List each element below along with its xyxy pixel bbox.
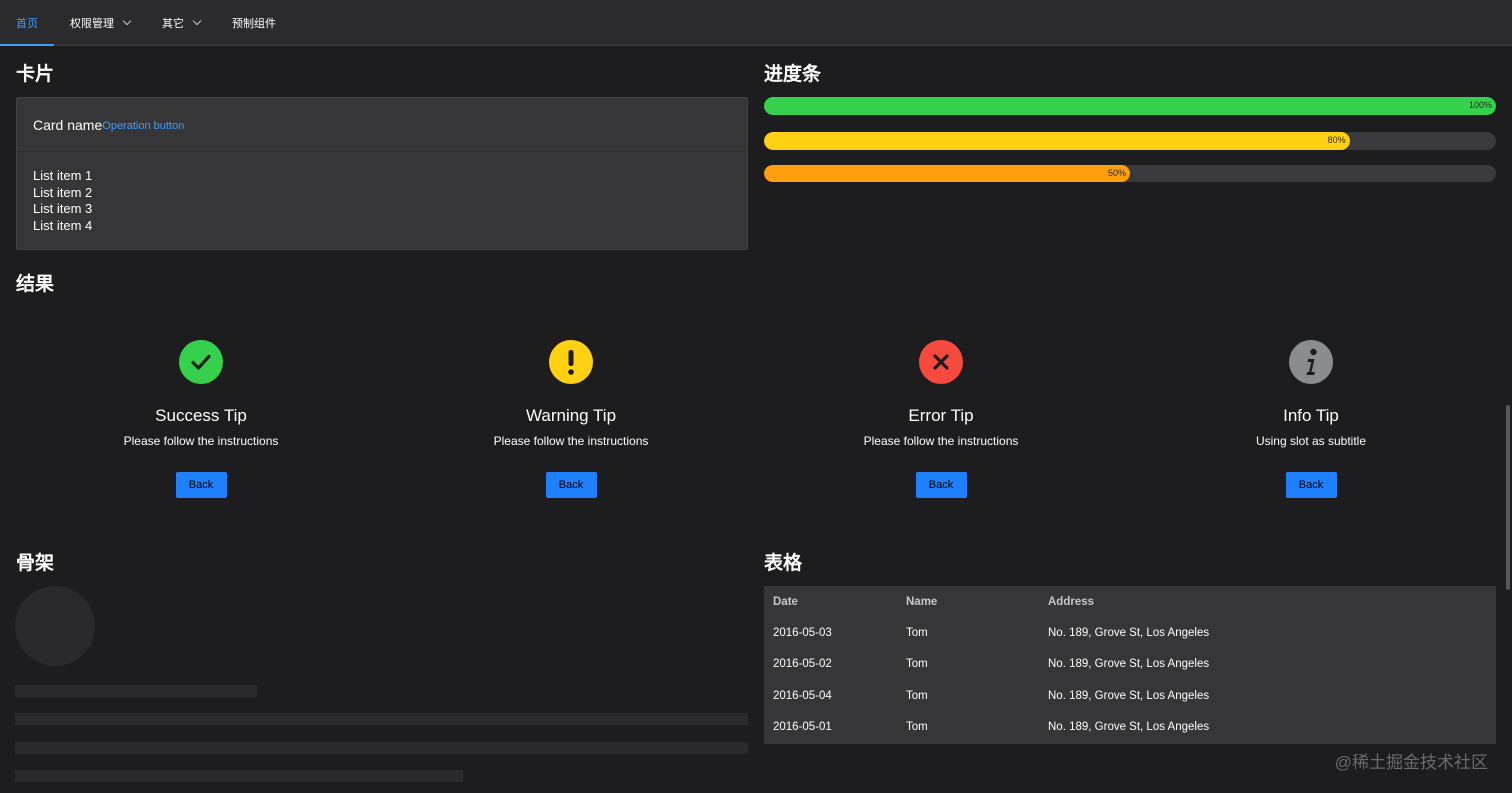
progress-bar: 80% — [764, 132, 1496, 150]
progress-text: 100% — [1468, 100, 1492, 110]
table-cell: No. 189, Grove St, Los Angeles — [1048, 626, 1210, 639]
result-title: Warning Tip — [525, 406, 617, 425]
nav-item-label: 权限管理 — [70, 17, 114, 30]
table-row: 2016-05-01 Tom No. 189, Grove St, Los An… — [764, 712, 1496, 744]
close-icon — [919, 340, 963, 384]
nav-item-home[interactable]: 首页 — [0, 0, 54, 46]
column-header-address: Address — [1048, 595, 1095, 608]
section-title-skeleton: 骨架 — [16, 553, 55, 574]
table-cell: No. 189, Grove St, Los Angeles — [1048, 721, 1210, 734]
progress-fill: 100% — [764, 97, 1496, 115]
scrollbar[interactable] — [1506, 405, 1510, 590]
section-title-progress: 进度条 — [764, 64, 822, 85]
table-cell: Tom — [906, 626, 928, 639]
column-header-date: Date — [773, 595, 798, 608]
operation-button[interactable]: Operation button — [102, 120, 184, 132]
table-header: Date Name Address — [764, 586, 1496, 617]
section-title-table: 表格 — [764, 553, 803, 574]
result-title: Success Tip — [155, 406, 247, 425]
skeleton-line — [15, 713, 748, 725]
table-cell: No. 189, Grove St, Los Angeles — [1048, 689, 1210, 702]
result-info: Info Tip Using slot as subtitle Back — [1126, 340, 1496, 498]
result-subtitle: Please follow the instructions — [493, 434, 649, 448]
table-cell: Tom — [906, 658, 928, 671]
table-cell: 2016-05-02 — [773, 658, 832, 671]
skeleton-avatar — [15, 586, 95, 666]
top-nav: 首页 权限管理 其它 预制组件 — [0, 0, 1512, 46]
back-button[interactable]: Back — [1285, 472, 1337, 498]
back-button[interactable]: Back — [175, 472, 227, 498]
section-title-card: 卡片 — [16, 64, 55, 85]
result-subtitle: Please follow the instructions — [863, 434, 1019, 448]
list-item: List item 1 — [33, 168, 93, 183]
result-title: Error Tip — [908, 406, 974, 425]
exclamation-icon — [549, 340, 593, 384]
nav-item-permissions[interactable]: 权限管理 — [54, 0, 146, 45]
progress-text: 80% — [1327, 135, 1346, 145]
table-row: 2016-05-02 Tom No. 189, Grove St, Los An… — [764, 649, 1496, 681]
progress-fill: 50% — [764, 165, 1130, 182]
skeleton-line — [15, 770, 463, 782]
result-subtitle: Please follow the instructions — [123, 434, 279, 448]
result-subtitle: Using slot as subtitle — [1255, 434, 1367, 448]
card-header: Card name Operation button — [17, 98, 747, 152]
skeleton-line — [15, 685, 257, 697]
table-cell: 2016-05-03 — [773, 626, 832, 639]
watermark: @稀土掘金技术社区 — [1334, 753, 1488, 772]
chevron-down-icon — [122, 16, 132, 25]
result-warning: Warning Tip Please follow the instructio… — [386, 340, 756, 498]
table-cell: 2016-05-04 — [773, 689, 832, 702]
progress-bar: 50% — [764, 165, 1496, 182]
result-error: Error Tip Please follow the instructions… — [756, 340, 1126, 498]
skeleton-line — [15, 742, 748, 754]
nav-item-label: 其它 — [162, 17, 184, 30]
card-name: Card name — [33, 116, 103, 133]
chevron-down-icon — [192, 16, 202, 25]
result-title: Info Tip — [1283, 406, 1339, 425]
progress-text: 50% — [1107, 168, 1126, 178]
table-cell: 2016-05-01 — [773, 721, 832, 734]
info-icon — [1289, 340, 1333, 384]
nav-item-label: 首页 — [16, 17, 38, 30]
progress-bar: 100% — [764, 97, 1496, 115]
list-item: List item 2 — [33, 184, 93, 200]
result-success: Success Tip Please follow the instructio… — [16, 340, 386, 498]
table-cell: No. 189, Grove St, Los Angeles — [1048, 658, 1210, 671]
card-body: List item 1 List item 2 List item 3 List… — [17, 152, 747, 250]
table-cell: Tom — [906, 721, 928, 734]
card: Card name Operation button List item 1 L… — [16, 97, 748, 250]
list-item: List item 3 — [33, 201, 93, 216]
nav-item-others[interactable]: 其它 — [146, 0, 216, 45]
column-header-name: Name — [906, 595, 938, 608]
back-button[interactable]: Back — [915, 472, 967, 498]
data-table: Date Name Address 2016-05-03 Tom No. 189… — [764, 586, 1496, 744]
progress-fill: 80% — [764, 132, 1350, 150]
table-row: 2016-05-04 Tom No. 189, Grove St, Los An… — [764, 680, 1496, 712]
list-item: List item 4 — [33, 217, 93, 233]
back-button[interactable]: Back — [545, 472, 597, 498]
table-row: 2016-05-03 Tom No. 189, Grove St, Los An… — [764, 617, 1496, 649]
section-title-result: 结果 — [16, 274, 55, 295]
nav-item-label: 预制组件 — [232, 17, 276, 30]
nav-item-prebuilt-components[interactable]: 预制组件 — [216, 0, 292, 45]
table-cell: Tom — [906, 689, 928, 702]
check-icon — [179, 340, 223, 384]
